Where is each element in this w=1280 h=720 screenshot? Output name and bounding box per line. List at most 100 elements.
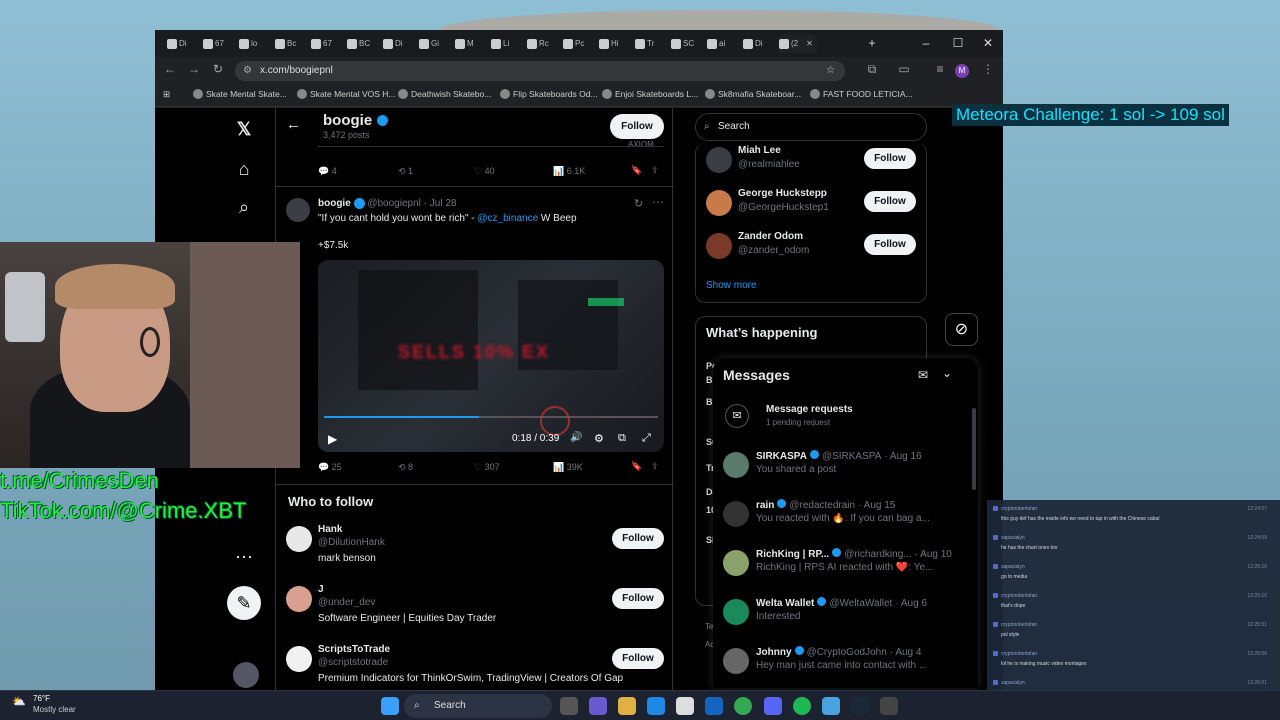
messages-title[interactable]: Messages: [723, 367, 790, 383]
prev-reply-count[interactable]: 💬 4: [318, 166, 337, 177]
follow-button[interactable]: Follow: [864, 234, 916, 255]
avatar[interactable]: [706, 190, 732, 216]
browser-tab[interactable]: M: [455, 34, 481, 53]
browser-tab[interactable]: Rc: [527, 34, 553, 53]
search-input[interactable]: ⌕ Search: [695, 113, 927, 141]
follow-suggestion[interactable]: ScriptsToTrade @scriptstotrade Premium Ind…: [276, 644, 674, 690]
follow-button[interactable]: Follow: [864, 191, 916, 212]
avatar[interactable]: [286, 586, 312, 612]
follow-button[interactable]: Follow: [864, 148, 916, 169]
prev-repost-count[interactable]: ⟲ 1: [398, 166, 413, 177]
apps-icon[interactable]: ⊞: [163, 89, 170, 100]
bookmark-item[interactable]: Skate Mental VOS H...: [297, 89, 396, 99]
mention-link[interactable]: @cz_binance: [477, 213, 538, 224]
steam-icon[interactable]: [851, 697, 869, 715]
bookmark-item[interactable]: Deathwish Skatebo...: [398, 89, 491, 99]
app-icon[interactable]: [822, 697, 840, 715]
outlook-icon[interactable]: [705, 697, 723, 715]
browser-tab[interactable]: Li: [491, 34, 517, 53]
sidebar-icon[interactable]: ▭: [895, 62, 913, 76]
browser-tab[interactable]: Di: [383, 34, 409, 53]
minimize-button[interactable]: –: [915, 34, 937, 52]
post-button[interactable]: ✎: [227, 586, 261, 620]
suggestion-name[interactable]: Zander Odom: [738, 231, 803, 242]
browser-tab[interactable]: Bc: [275, 34, 301, 53]
share-icon[interactable]: ⇪: [651, 461, 659, 472]
edge-icon[interactable]: [647, 697, 665, 715]
discord-icon[interactable]: [764, 697, 782, 715]
task-view-icon[interactable]: [560, 697, 578, 715]
bookmark-item[interactable]: Flip Skateboards Od...: [500, 89, 598, 99]
maximize-button[interactable]: ☐: [947, 34, 969, 52]
sidebar-suggestion[interactable]: Zander Odom @zander_odom Follow: [696, 231, 928, 271]
reply-count[interactable]: 💬 25: [318, 462, 342, 473]
collapse-icon[interactable]: ⌄: [942, 366, 952, 380]
explore-icon[interactable]: ⌕: [233, 196, 255, 218]
suggestion-name[interactable]: Hank: [318, 524, 342, 535]
copilot-icon[interactable]: [589, 697, 607, 715]
conversation-item[interactable]: SIRKASPA @SIRKASPA · Aug 16 You shared a po…: [723, 450, 968, 495]
chrome-icon[interactable]: [734, 697, 752, 715]
bookmark-item[interactable]: Skate Mental Skate...: [193, 89, 287, 99]
post-date[interactable]: · Jul 28: [424, 198, 457, 209]
x-logo-icon[interactable]: 𝕏: [233, 118, 255, 140]
conversation-item[interactable]: Johnny @CryptoGodJohn · Aug 4 Hey man just …: [723, 646, 968, 691]
back-icon[interactable]: ←: [161, 62, 179, 76]
site-info-icon[interactable]: ⚙: [243, 61, 252, 81]
browser-tab[interactable]: Di: [743, 34, 769, 53]
extension-icon[interactable]: ≡: [931, 62, 949, 76]
browser-tab[interactable]: Di: [167, 34, 193, 53]
bookmark-item[interactable]: Enjoi Skateboards L...: [602, 89, 698, 99]
bookmark-item[interactable]: Sk8mafia Skateboar...: [705, 89, 801, 99]
prev-like-count[interactable]: ♡ 40: [474, 166, 495, 177]
store-icon[interactable]: [676, 697, 694, 715]
conversation-item[interactable]: rain @redactedrain · Aug 15 You reacted wit…: [723, 499, 968, 544]
grok-post-icon[interactable]: ↻: [634, 197, 643, 210]
browser-tab[interactable]: Tr: [635, 34, 661, 53]
bookmark-icon[interactable]: 🔖: [631, 165, 642, 176]
bookmark-item[interactable]: FAST FOOD LETICIA...: [810, 89, 913, 99]
post-avatar[interactable]: [286, 198, 310, 222]
profile-follow-button[interactable]: Follow: [610, 114, 664, 139]
suggestion-name[interactable]: George Huckstepp: [738, 188, 827, 199]
like-count[interactable]: ♡ 307: [474, 462, 500, 473]
reload-icon[interactable]: ↻: [209, 62, 227, 76]
message-requests[interactable]: ✉ Message requests 1 pending request: [713, 394, 978, 438]
new-message-icon[interactable]: ✉: [918, 368, 928, 382]
url-field[interactable]: ⚙ x.com/boogiepnl ☆: [235, 61, 845, 81]
browser-tab[interactable]: Pc: [563, 34, 589, 53]
settings-icon[interactable]: ⚙: [594, 432, 604, 445]
avatar[interactable]: [706, 147, 732, 173]
profile-avatar[interactable]: M: [955, 64, 969, 78]
forward-icon[interactable]: →: [185, 62, 203, 76]
volume-icon[interactable]: 🔊: [570, 432, 582, 443]
home-icon[interactable]: ⌂: [233, 158, 255, 180]
menu-icon[interactable]: ⋮: [979, 62, 997, 76]
conversation-item[interactable]: RichKing | RP... @richardking... · Aug 10 R…: [723, 548, 968, 593]
follow-button[interactable]: Follow: [612, 528, 664, 549]
browser-tab[interactable]: 67: [311, 34, 337, 53]
weather-icon[interactable]: ⛅: [12, 695, 26, 708]
obs-icon[interactable]: [880, 697, 898, 715]
tab-active[interactable]: (2 ✕: [779, 34, 817, 53]
browser-tab[interactable]: BC: [347, 34, 373, 53]
follow-suggestion[interactable]: J @under_dev Software Engineer | Equities …: [276, 584, 674, 642]
follow-button[interactable]: Follow: [612, 648, 664, 669]
browser-tab[interactable]: SC: [671, 34, 697, 53]
conversation-item[interactable]: Welta Wallet @WeltaWallet · Aug 6 Intereste…: [723, 597, 968, 642]
browser-tab[interactable]: 67: [203, 34, 229, 53]
share-icon[interactable]: ⇪: [651, 165, 659, 176]
post-author[interactable]: boogie: [318, 198, 351, 209]
sidebar-suggestion[interactable]: George Huckstepp @GeorgeHuckstep1 Follow: [696, 188, 928, 228]
follow-suggestion[interactable]: Hank @DilutionHank mark benson Follow: [276, 524, 674, 582]
taskbar-search[interactable]: ⌕ Search: [404, 694, 552, 718]
windows-start-icon[interactable]: [381, 697, 399, 715]
new-tab-button[interactable]: +: [861, 34, 883, 52]
suggestion-name[interactable]: ScriptsToTrade: [318, 644, 390, 655]
back-arrow-icon[interactable]: ←: [286, 116, 301, 133]
follow-button[interactable]: Follow: [612, 588, 664, 609]
avatar[interactable]: [286, 646, 312, 672]
grok-icon[interactable]: ⊘: [945, 313, 978, 346]
bookmark-star-icon[interactable]: ☆: [826, 61, 835, 81]
close-tab-icon[interactable]: ✕: [806, 39, 813, 48]
